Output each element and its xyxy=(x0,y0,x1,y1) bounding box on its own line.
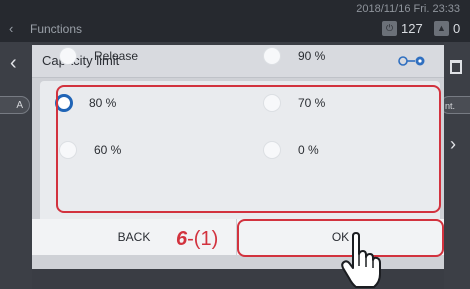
power-status: ⏻ 127 xyxy=(382,20,423,36)
background-left-panel xyxy=(0,42,32,289)
step-annotation: 6-(1) xyxy=(176,228,218,251)
option-release[interactable]: Release xyxy=(60,44,138,68)
radio-button[interactable] xyxy=(60,48,76,64)
warning-status: ▲ 0 xyxy=(434,20,460,36)
power-count: 127 xyxy=(401,20,423,36)
step-suffix: -(1) xyxy=(187,228,219,250)
toggle-icon xyxy=(398,56,425,66)
warning-icon: ▲ xyxy=(434,20,449,36)
option-label: 90 % xyxy=(298,49,326,63)
option-90-percent[interactable]: 90 % xyxy=(264,44,325,68)
screen-title: Functions xyxy=(30,22,83,36)
trash-icon[interactable] xyxy=(450,60,462,74)
radio-button[interactable] xyxy=(264,48,280,64)
step-number: 6 xyxy=(176,228,188,250)
background-left-button[interactable]: A xyxy=(0,96,30,114)
back-chevron-icon[interactable]: ‹ xyxy=(9,21,13,36)
background-right-button[interactable]: nt. xyxy=(440,96,470,114)
option-label: Release xyxy=(94,49,139,63)
power-icon: ⏻ xyxy=(382,20,397,36)
background-right-panel xyxy=(444,42,470,289)
top-status-bar: ‹ Functions 2018/11/16 Fri. 23:33 ⏻ 127 … xyxy=(0,0,470,42)
datetime: 2018/11/16 Fri. 23:33 xyxy=(356,3,460,15)
warning-count: 0 xyxy=(453,20,461,36)
next-chevron-icon[interactable]: › xyxy=(450,134,456,155)
options-highlight-frame xyxy=(56,85,441,213)
pointing-hand-icon xyxy=(341,232,381,288)
previous-chevron-icon[interactable]: ‹ xyxy=(10,52,17,75)
